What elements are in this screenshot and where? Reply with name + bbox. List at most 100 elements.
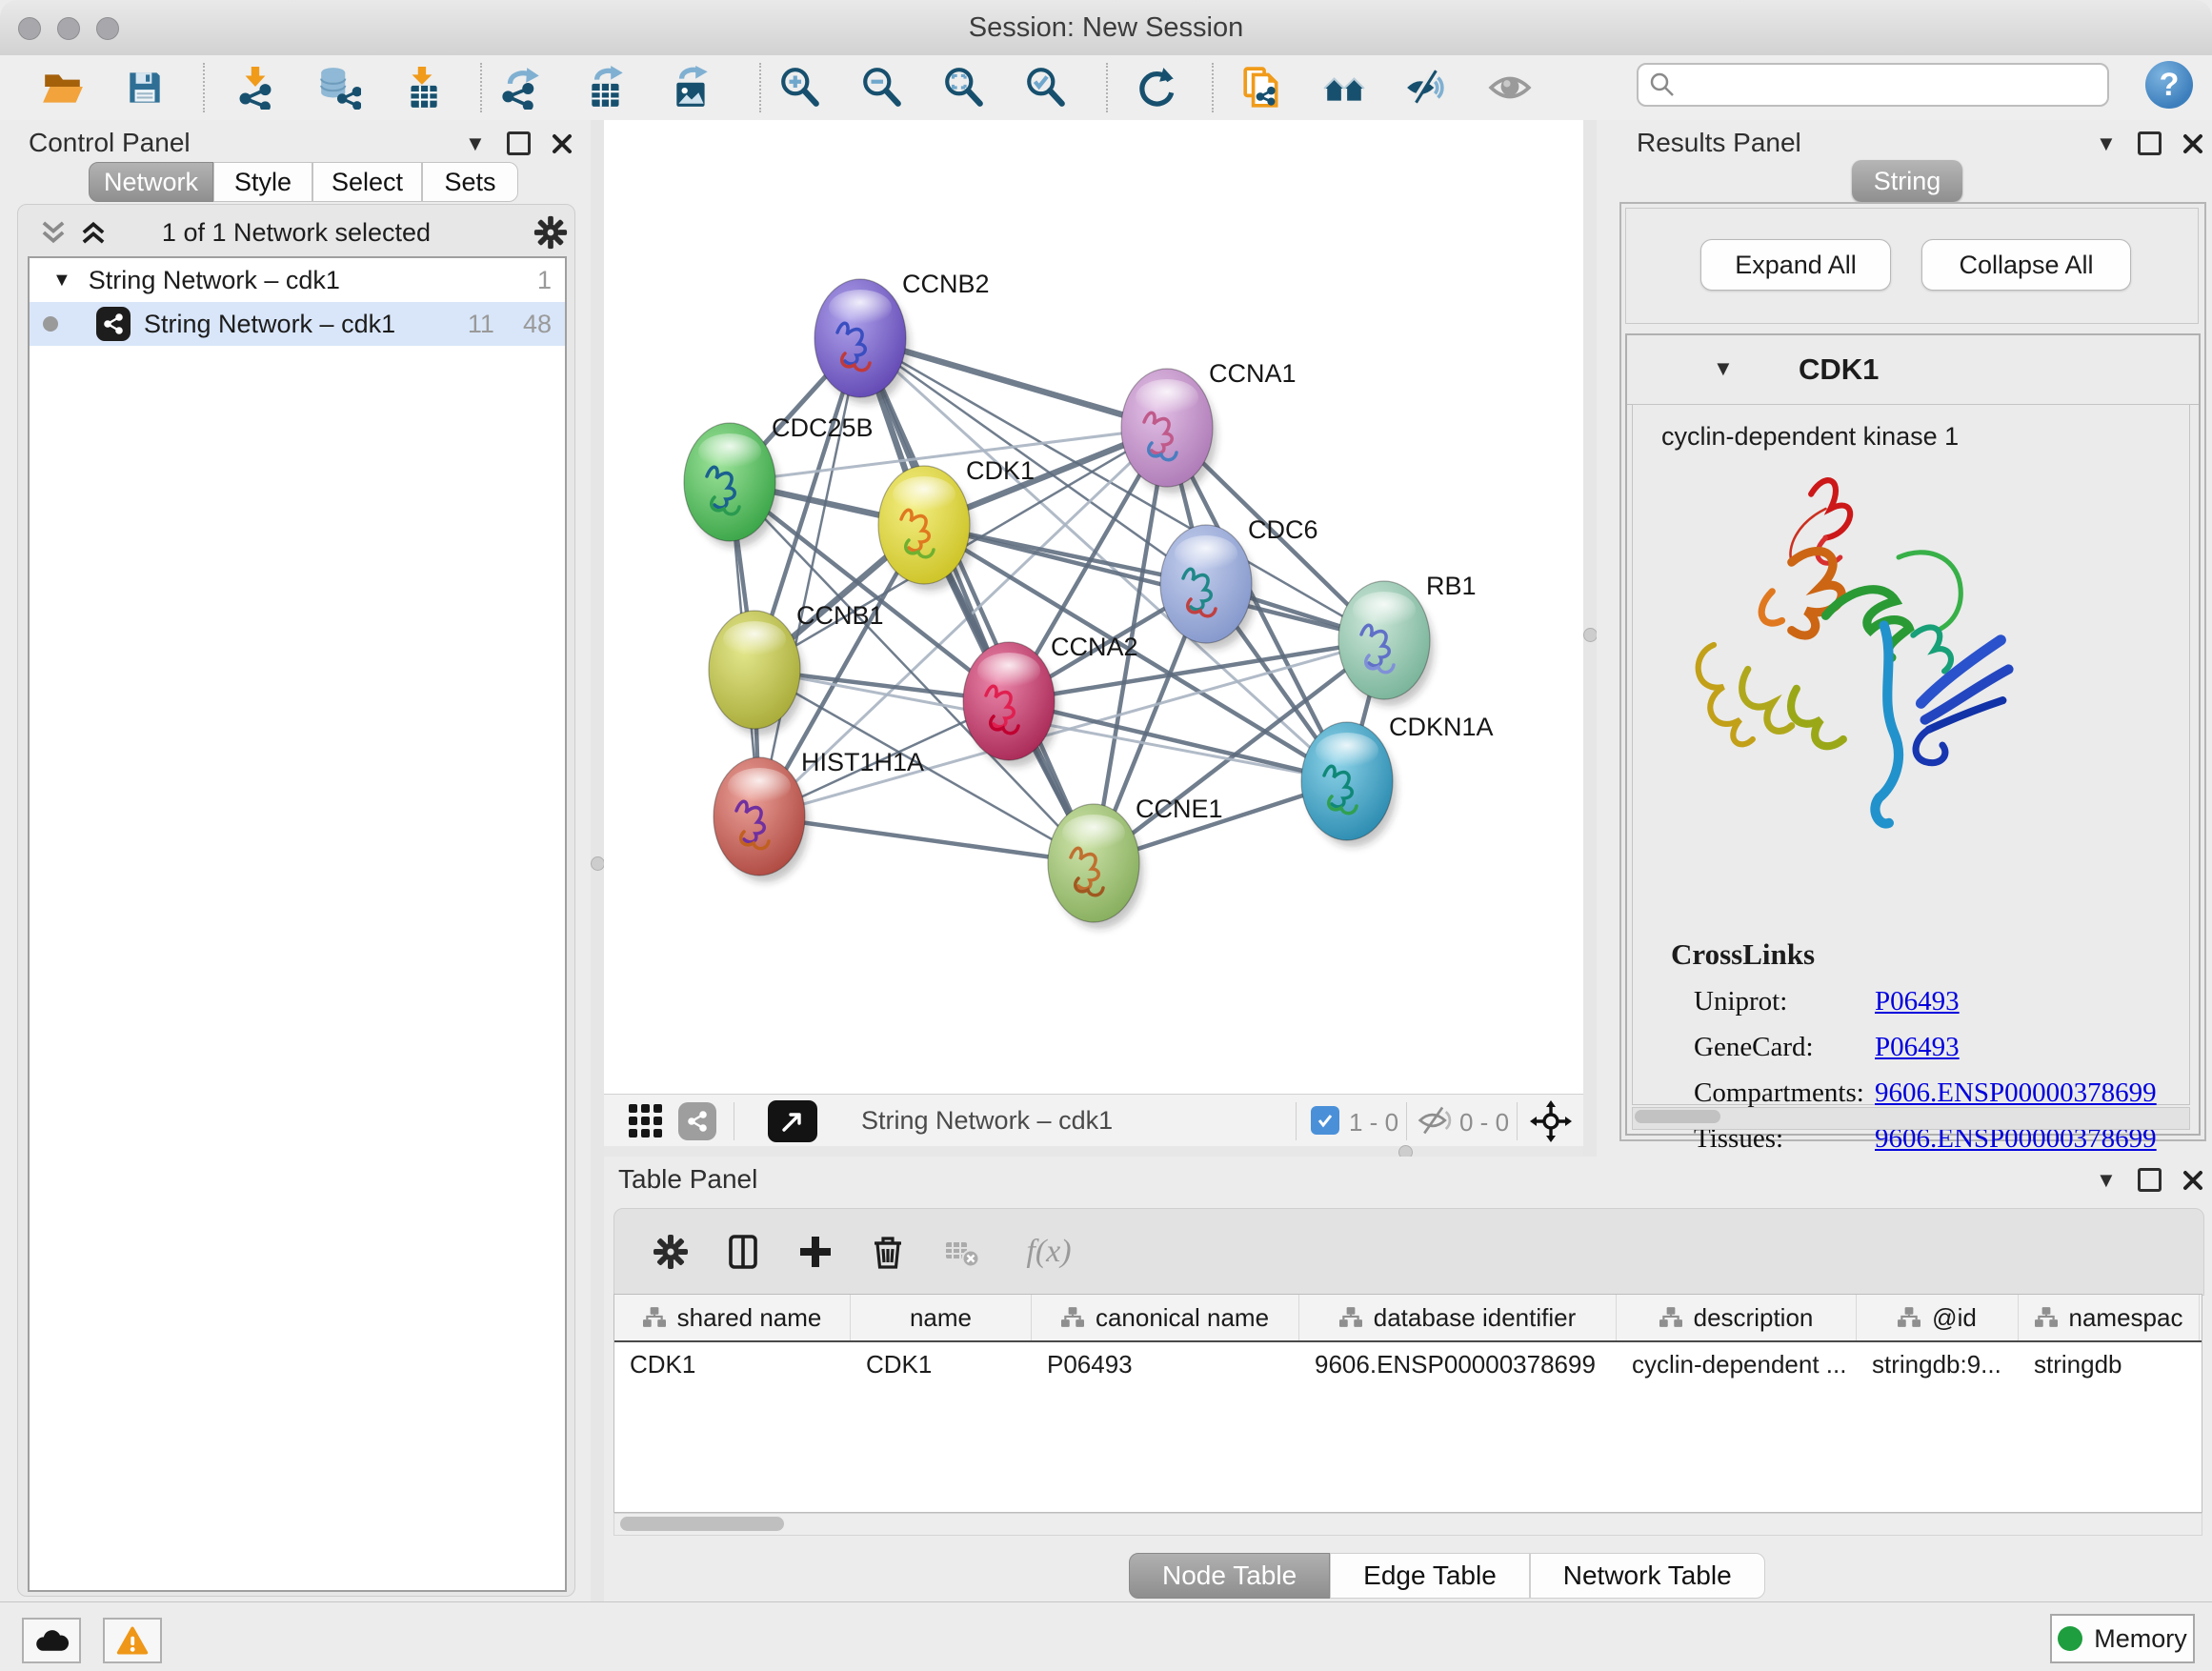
help-icon[interactable]: ? (2145, 61, 2193, 109)
table-cell[interactable]: CDK1 (614, 1342, 851, 1386)
horizontal-splitter[interactable] (604, 1146, 1583, 1157)
results-hscrollbar[interactable] (1632, 1107, 2190, 1130)
warning-status-icon[interactable] (103, 1618, 162, 1663)
results-panel-float-icon[interactable] (2138, 131, 2162, 155)
table-panel-close-icon[interactable] (2182, 1170, 2203, 1191)
network-canvas[interactable]: CCNB2CCNA1CDC25BCDK1CDC6RB1CCNB1CCNA2CDK… (604, 120, 1583, 1094)
search-box[interactable] (1637, 63, 2109, 107)
gene-section-header[interactable]: ▼ CDK1 (1627, 335, 2199, 405)
tab-sets[interactable]: Sets (422, 162, 518, 202)
right-splitter[interactable] (1583, 120, 1597, 1157)
search-input[interactable] (1677, 70, 2098, 101)
results-panel-title: Results Panel (1637, 128, 1801, 158)
results-panel-menu-icon[interactable]: ▼ (2096, 133, 2117, 154)
table-cell[interactable]: cyclin-dependent ... (1617, 1342, 1857, 1386)
import-network-database-icon[interactable] (312, 61, 366, 114)
network-node-CDK1[interactable]: CDK1 (878, 456, 1035, 591)
network-node-CCNB1[interactable]: CCNB1 (709, 601, 884, 735)
table-cell[interactable]: CDK1 (851, 1342, 1032, 1386)
column-header-name[interactable]: name (851, 1295, 1032, 1340)
save-session-icon[interactable] (118, 61, 171, 114)
table-cell[interactable]: stringdb (2019, 1342, 2200, 1386)
column-header-description[interactable]: description (1617, 1295, 1857, 1340)
crosslink-link[interactable]: P06493 (1875, 986, 1960, 1017)
zoom-selected-icon[interactable] (1019, 61, 1073, 114)
memory-button[interactable]: Memory (2050, 1614, 2195, 1663)
network-node-CCNA1[interactable]: CCNA1 (1121, 359, 1297, 493)
network-node-HIST1H1A[interactable]: HIST1H1A (714, 748, 924, 882)
tab-network[interactable]: Network (89, 162, 213, 202)
export-network-icon[interactable] (495, 61, 549, 114)
toolbar-separator (1212, 63, 1214, 112)
fit-content-crosshair-icon[interactable] (1530, 1100, 1572, 1147)
network-collection-row[interactable]: ▼ String Network – cdk1 1 (30, 258, 565, 302)
string-home-icon[interactable] (1317, 61, 1371, 114)
network-node-CCNE1[interactable]: CCNE1 (1048, 795, 1223, 929)
hidden-eye-icon[interactable] (1418, 1104, 1452, 1141)
import-table-file-icon[interactable] (396, 61, 450, 114)
grid-view-icon[interactable] (627, 1102, 665, 1145)
gene-expander-icon[interactable]: ▼ (1713, 358, 1734, 379)
tab-edge-table[interactable]: Edge Table (1330, 1553, 1530, 1599)
table-panel-float-icon[interactable] (2138, 1168, 2162, 1192)
string-import-icon[interactable] (1236, 61, 1289, 114)
network-view-toolbar: String Network – cdk1 1 - 0 0 - 0 (604, 1094, 1583, 1147)
network-row-selected[interactable]: String Network – cdk1 11 48 (30, 302, 565, 346)
network-view-share-icon[interactable] (678, 1102, 716, 1140)
birds-eye-view-icon[interactable] (768, 1100, 817, 1142)
table-cell[interactable]: 9606.ENSP00000378699 (1299, 1342, 1617, 1386)
network-node-CCNB2[interactable]: CCNB2 (814, 270, 990, 404)
tab-string[interactable]: String (1852, 160, 1962, 202)
tab-node-table[interactable]: Node Table (1129, 1553, 1330, 1599)
column-header-database-identifier[interactable]: database identifier (1299, 1295, 1617, 1340)
results-panel-close-icon[interactable] (2182, 133, 2203, 154)
column-header--id[interactable]: @id (1857, 1295, 2019, 1340)
crosslink-link[interactable]: P06493 (1875, 1032, 1960, 1062)
export-table-icon[interactable] (580, 61, 633, 114)
network-node-CDC6[interactable]: CDC6 (1160, 515, 1318, 650)
network-node-CDC25B[interactable]: CDC25B (684, 413, 874, 548)
control-panel-float-icon[interactable] (507, 131, 531, 155)
table-cell[interactable]: stringdb:9... (1857, 1342, 2019, 1386)
control-panel-menu-icon[interactable]: ▼ (465, 133, 486, 154)
zoom-in-icon[interactable] (774, 61, 827, 114)
crosslink-link[interactable]: 9606.ENSP00000378699 (1875, 1077, 2157, 1108)
hide-panel-eye-icon[interactable] (1483, 61, 1537, 114)
collection-expander-icon[interactable]: ▼ (52, 270, 71, 292)
zoom-out-icon[interactable] (855, 61, 909, 114)
cloud-status-icon[interactable] (22, 1618, 81, 1663)
table-hscrollbar[interactable] (613, 1513, 2202, 1536)
table-row[interactable]: CDK1CDK1P064939606.ENSP00000378699cyclin… (614, 1342, 2202, 1386)
table-settings-gear-icon[interactable] (649, 1230, 693, 1274)
import-network-file-icon[interactable] (229, 61, 282, 114)
network-edge[interactable] (860, 338, 1094, 863)
tab-style[interactable]: Style (213, 162, 312, 202)
table-tabs: Node Table Edge Table Network Table (1129, 1553, 1765, 1599)
column-header-shared-name[interactable]: shared name (614, 1295, 851, 1340)
status-bar: Memory (0, 1601, 2212, 1671)
column-header-namespac[interactable]: namespac (2019, 1295, 2200, 1340)
string-hide-glass-icon[interactable] (1400, 61, 1454, 114)
network-options-gear-icon[interactable] (533, 214, 569, 255)
network-edge[interactable] (759, 338, 860, 816)
expand-all-button[interactable]: Expand All (1700, 239, 1891, 291)
delete-column-trash-icon[interactable] (866, 1230, 910, 1274)
export-image-icon[interactable] (665, 61, 718, 114)
show-columns-icon[interactable] (721, 1230, 765, 1274)
network-edge[interactable] (759, 816, 1094, 863)
table-cell[interactable]: P06493 (1032, 1342, 1299, 1386)
table-panel-menu-icon[interactable]: ▼ (2096, 1170, 2117, 1191)
open-session-icon[interactable] (36, 61, 90, 114)
network-node-RB1[interactable]: RB1 (1338, 572, 1477, 706)
tab-network-table[interactable]: Network Table (1530, 1553, 1765, 1599)
left-splitter[interactable] (591, 120, 604, 1601)
collapse-all-button[interactable]: Collapse All (1921, 239, 2131, 291)
network-node-CDKN1A[interactable]: CDKN1A (1301, 713, 1494, 847)
apply-layout-icon[interactable] (1129, 61, 1182, 114)
zoom-fit-icon[interactable] (937, 61, 991, 114)
control-panel-close-icon[interactable] (552, 133, 573, 154)
tab-select[interactable]: Select (312, 162, 422, 202)
selected-checkbox-icon[interactable] (1311, 1106, 1339, 1135)
create-column-plus-icon[interactable] (794, 1230, 837, 1274)
column-header-canonical-name[interactable]: canonical name (1032, 1295, 1299, 1340)
